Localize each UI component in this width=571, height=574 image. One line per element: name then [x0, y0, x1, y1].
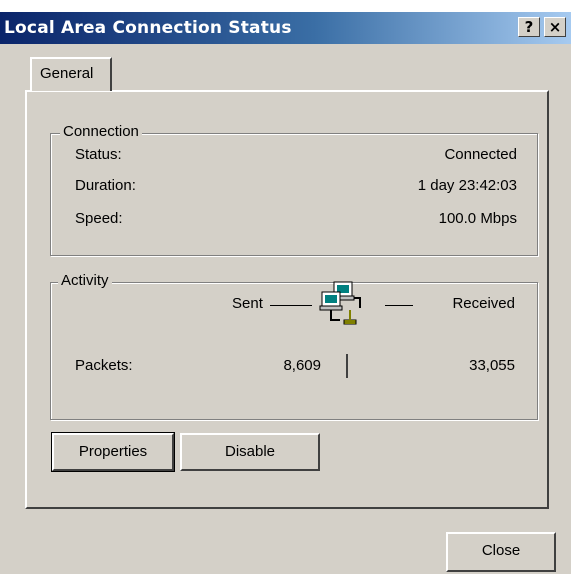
speed-label: Speed: — [75, 210, 123, 227]
connection-status-window: Local Area Connection Status ? × General… — [0, 12, 571, 574]
status-label: Status: — [75, 146, 122, 163]
duration-value: 1 day 23:42:03 — [417, 177, 517, 194]
properties-button[interactable]: Properties — [51, 432, 175, 472]
disable-button[interactable]: Disable — [180, 433, 320, 471]
sent-line — [270, 305, 312, 306]
connection-group-title: Connection — [60, 123, 142, 140]
packets-sent-value: 8,609 — [283, 357, 321, 374]
close-button[interactable]: Close — [446, 532, 556, 572]
status-value: Connected — [444, 146, 517, 163]
title-close-button[interactable]: × — [544, 17, 566, 37]
help-button[interactable]: ? — [518, 17, 540, 37]
sent-label: Sent — [232, 295, 263, 312]
network-computers-icon — [314, 280, 378, 336]
packets-label: Packets: — [75, 357, 133, 374]
duration-label: Duration: — [75, 177, 136, 194]
packets-received-value: 33,055 — [469, 357, 515, 374]
received-line — [385, 305, 413, 306]
title-bar[interactable]: Local Area Connection Status ? × — [0, 12, 571, 44]
window-title: Local Area Connection Status — [4, 18, 292, 38]
activity-group-title: Activity — [58, 272, 112, 289]
received-label: Received — [452, 295, 515, 312]
tab-general[interactable]: General — [30, 57, 112, 91]
packets-divider — [346, 354, 348, 378]
tab-general-label: General — [40, 65, 94, 82]
speed-value: 100.0 Mbps — [438, 210, 517, 227]
